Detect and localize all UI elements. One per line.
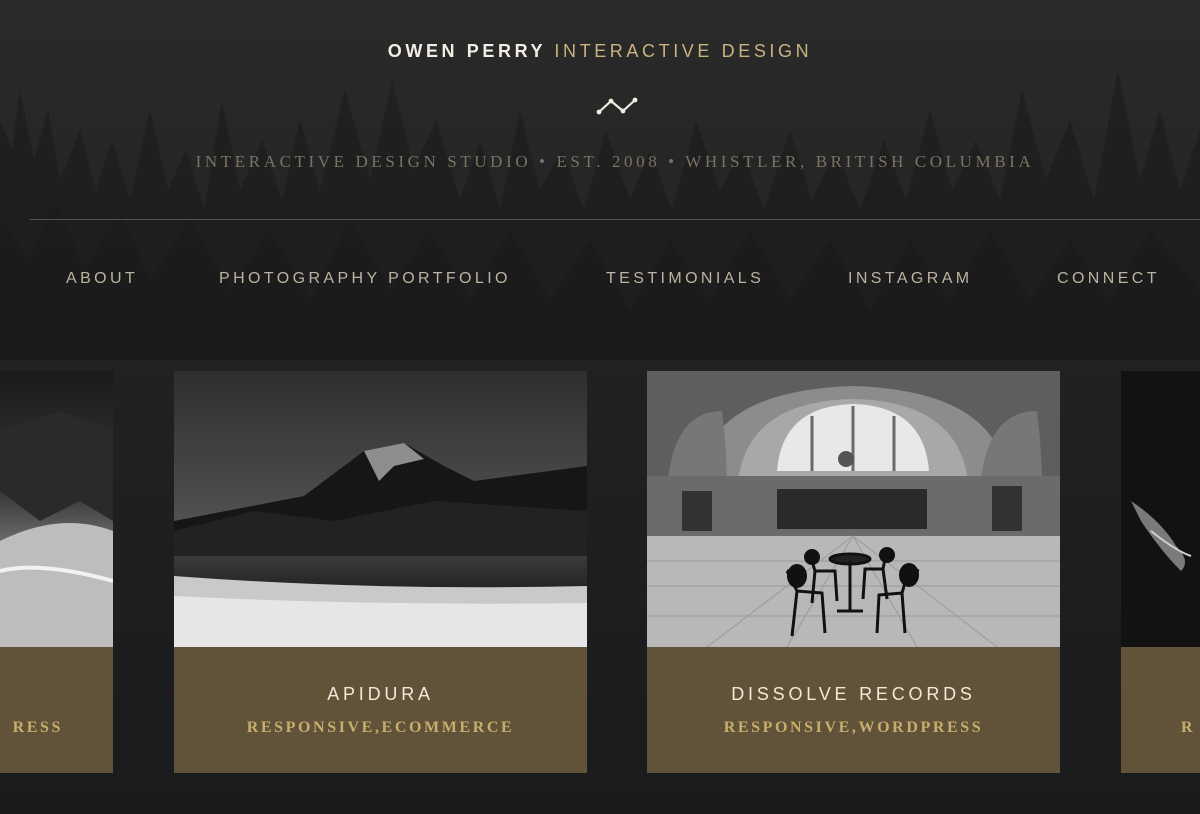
zigzag-line-icon xyxy=(596,97,638,115)
portfolio-card-tags: RESS xyxy=(12,719,63,736)
portfolio-card-apidura[interactable]: APIDURA RESPONSIVE,ECOMMERCE xyxy=(174,371,587,773)
portfolio-card[interactable]: R xyxy=(1121,371,1200,773)
page: OWEN PERRY INTERACTIVE DESIGN INTERACTIV… xyxy=(0,0,1200,814)
portfolio-card-image xyxy=(647,371,1060,647)
header-divider xyxy=(30,219,1200,220)
nav-item-testimonials[interactable]: TESTIMONIALS xyxy=(606,270,764,288)
brand-name: OWEN PERRY xyxy=(387,41,546,61)
brand-suffix: INTERACTIVE DESIGN xyxy=(554,41,813,61)
portfolio-card-tags: RESPONSIVE,WORDPRESS xyxy=(723,719,984,736)
site-brand[interactable]: OWEN PERRY INTERACTIVE DESIGN xyxy=(0,41,1200,62)
portfolio-card[interactable]: RESS xyxy=(0,371,113,773)
main-nav: ABOUT PHOTOGRAPHY PORTFOLIO TESTIMONIALS… xyxy=(0,270,1200,294)
forest-background xyxy=(0,70,1200,360)
portfolio-card-title: DISSOLVE RECORDS xyxy=(731,684,976,704)
nav-item-about[interactable]: ABOUT xyxy=(66,270,138,288)
portfolio-card-image xyxy=(1121,371,1200,647)
site-tagline: INTERACTIVE DESIGN STUDIO • EST. 2008 • … xyxy=(195,152,1035,171)
portfolio-card-image xyxy=(0,371,113,647)
portfolio-card-tags: R xyxy=(1181,719,1196,736)
nav-item-photography-portfolio[interactable]: PHOTOGRAPHY PORTFOLIO xyxy=(219,270,511,288)
portfolio-card-dissolve-records[interactable]: DISSOLVE RECORDS RESPONSIVE,WORDPRESS xyxy=(647,371,1060,773)
portfolio-card-image xyxy=(174,371,587,647)
portfolio-card-tags: RESPONSIVE,ECOMMERCE xyxy=(246,719,515,736)
portfolio-card-title: APIDURA xyxy=(327,684,434,704)
nav-item-connect[interactable]: CONNECT xyxy=(1057,270,1160,288)
nav-item-instagram[interactable]: INSTAGRAM xyxy=(848,270,973,288)
